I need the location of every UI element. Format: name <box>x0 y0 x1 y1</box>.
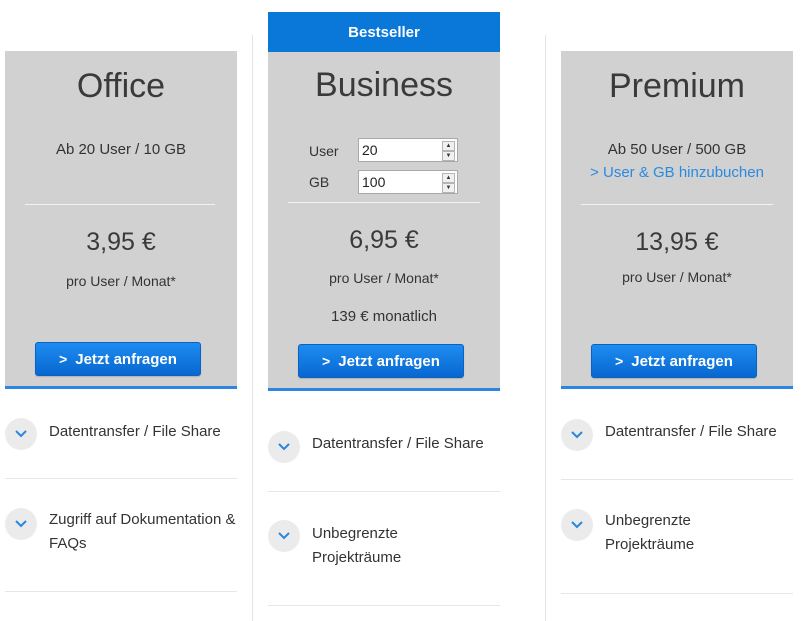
plan-description: Ab 20 User / 10 GB <box>55 141 187 158</box>
plan-premium: Premium Ab 50 User / 500 GB > User & GB … <box>561 0 793 621</box>
feature-toggle[interactable] <box>268 520 300 552</box>
stepper-arrows[interactable]: ▲ ▼ <box>442 141 455 161</box>
feature-toggle[interactable] <box>5 418 37 450</box>
button-label: Jetzt anfragen <box>338 353 440 370</box>
feature-item: Zugriff auf Dokumentation & FAQs <box>5 508 237 564</box>
bestseller-badge: Bestseller <box>268 12 500 52</box>
feature-item: Unbegrenzte Projekträume <box>561 509 793 565</box>
feature-divider <box>561 593 793 594</box>
price-unit: pro User / Monat* <box>329 270 439 286</box>
plan-business: Bestseller Business User ▲ ▼ GB ▲ ▼ 6,95… <box>268 0 500 621</box>
price-unit: pro User / Monat* <box>66 273 176 289</box>
user-label: User <box>309 143 339 159</box>
feature-divider <box>268 605 500 606</box>
feature-text: Datentransfer / File Share <box>49 423 221 440</box>
feature-text: Unbegrenzte Projekträume <box>605 512 695 553</box>
plan-office: Office Ab 20 User / 10 GB 3,95 € pro Use… <box>5 0 237 621</box>
price-unit: pro User / Monat* <box>622 269 732 285</box>
gb-stepper[interactable]: ▲ ▼ <box>358 170 458 194</box>
button-label: Jetzt anfragen <box>631 353 733 370</box>
feature-text: Zugriff auf Dokumentation & FAQs <box>49 511 236 552</box>
user-stepper[interactable]: ▲ ▼ <box>358 138 458 162</box>
gb-input[interactable] <box>359 171 442 193</box>
chevron-down-icon <box>278 532 290 540</box>
feature-text: Datentransfer / File Share <box>605 423 777 440</box>
card-accent-bar <box>5 386 237 389</box>
plan-title: Business <box>315 66 453 104</box>
card-accent-bar <box>268 388 500 391</box>
user-input[interactable] <box>359 139 442 161</box>
plan-title: Office <box>76 67 166 105</box>
chevron-down-icon <box>15 430 27 438</box>
plan-description: Ab 50 User / 500 GB <box>607 141 747 158</box>
chevron-down-icon <box>15 520 27 528</box>
chevron-right-icon: > <box>59 351 68 367</box>
plan-card: Office Ab 20 User / 10 GB 3,95 € pro Use… <box>5 51 237 389</box>
chevron-down-icon <box>571 431 583 439</box>
chevron-down-icon <box>278 443 290 451</box>
request-button[interactable]: > Jetzt anfragen <box>35 342 201 376</box>
feature-divider <box>5 591 237 592</box>
plan-title: Premium <box>608 67 746 105</box>
plan-price: 6,95 € <box>349 226 419 254</box>
monthly-total: 139 € monatlich <box>331 308 437 325</box>
plan-card: Premium Ab 50 User / 500 GB > User & GB … <box>561 51 793 389</box>
divider <box>25 204 215 205</box>
caret-up-icon[interactable]: ▲ <box>442 141 455 151</box>
feature-toggle[interactable] <box>561 509 593 541</box>
caret-down-icon[interactable]: ▼ <box>442 151 455 161</box>
feature-text: Datentransfer / File Share <box>312 435 484 452</box>
stepper-arrows[interactable]: ▲ ▼ <box>442 173 455 193</box>
feature-text: Unbegrenzte Projekträume <box>312 525 402 566</box>
plan-price: 3,95 € <box>86 228 156 256</box>
gb-label: GB <box>309 174 330 190</box>
feature-toggle[interactable] <box>5 508 37 540</box>
plan-card: Business User ▲ ▼ GB ▲ ▼ 6,95 € pro User… <box>268 52 500 391</box>
feature-item: Datentransfer / File Share <box>268 431 500 471</box>
column-divider <box>545 35 546 621</box>
caret-down-icon[interactable]: ▼ <box>442 183 455 193</box>
chevron-right-icon: > <box>322 353 331 369</box>
caret-up-icon[interactable]: ▲ <box>442 173 455 183</box>
add-users-link[interactable]: > User & GB hinzubuchen <box>561 164 793 181</box>
chevron-down-icon <box>571 521 583 529</box>
column-divider <box>252 35 253 621</box>
feature-divider <box>561 479 793 480</box>
divider <box>581 204 773 205</box>
divider <box>288 202 480 203</box>
chevron-right-icon: > <box>615 353 624 369</box>
feature-item: Datentransfer / File Share <box>5 418 237 458</box>
feature-toggle[interactable] <box>268 431 300 463</box>
feature-divider <box>268 491 500 492</box>
plan-price: 13,95 € <box>635 228 719 256</box>
feature-divider <box>5 478 237 479</box>
feature-toggle[interactable] <box>561 419 593 451</box>
request-button[interactable]: > Jetzt anfragen <box>591 344 757 378</box>
feature-item: Unbegrenzte Projekträume <box>268 520 500 576</box>
card-accent-bar <box>561 386 793 389</box>
feature-item: Datentransfer / File Share <box>561 419 793 459</box>
button-label: Jetzt anfragen <box>75 351 177 368</box>
request-button[interactable]: > Jetzt anfragen <box>298 344 464 378</box>
